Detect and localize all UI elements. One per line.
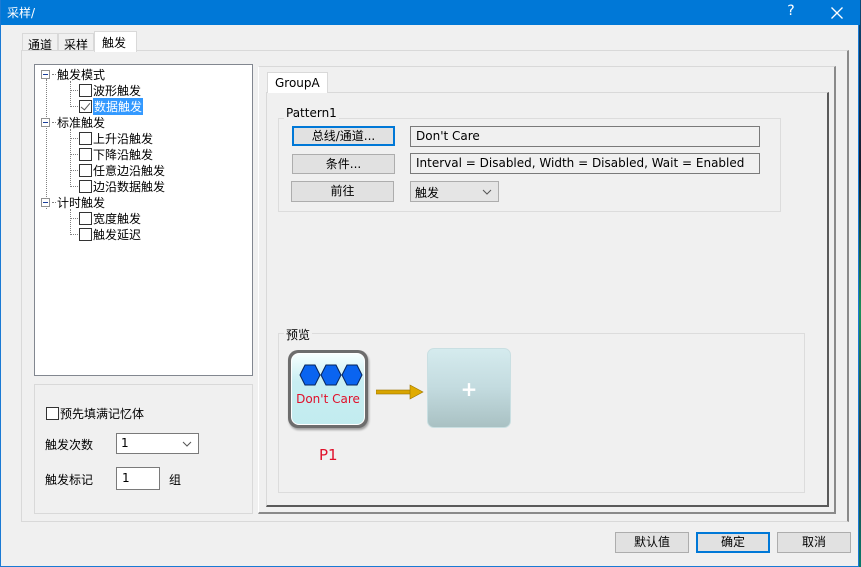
- arrow-right-icon: [376, 384, 424, 400]
- checkbox[interactable]: [79, 227, 92, 241]
- tree-group-timing-trigger[interactable]: 计时触发: [41, 194, 105, 210]
- bus-channel-button[interactable]: 总线/通道...: [292, 126, 395, 146]
- cancel-button[interactable]: 取消: [777, 532, 851, 553]
- tree-item-trigger-delay[interactable]: 触发延迟: [70, 226, 141, 242]
- tree-group-label: 标准触发: [57, 115, 106, 130]
- checkbox[interactable]: [79, 179, 92, 193]
- condition-button[interactable]: 条件...: [292, 154, 395, 174]
- trigger-count-label: 触发次数: [45, 438, 94, 452]
- tree-item-any-edge[interactable]: 任意边沿触发: [70, 162, 165, 178]
- default-values-button[interactable]: 默认值: [615, 532, 689, 553]
- tree-item-data-trigger[interactable]: 数据触发: [70, 97, 144, 115]
- checkbox[interactable]: [79, 83, 92, 97]
- trigger-mark-unit: 组: [169, 473, 182, 487]
- add-pattern-button[interactable]: +: [427, 348, 511, 428]
- title-bar: 采样/ ?: [1, 0, 860, 25]
- tree-item-waveform-trigger[interactable]: 波形触发: [70, 82, 141, 98]
- plus-icon: +: [460, 377, 478, 401]
- prefill-memory-option[interactable]: 预先填满记忆体: [46, 405, 144, 422]
- tree-item-label: 边沿数据触发: [93, 179, 166, 194]
- hexagon-pattern-icon: [299, 364, 363, 386]
- goto-button[interactable]: 前往: [291, 181, 394, 202]
- condition-value: Interval = Disabled, Width = Disabled, W…: [410, 153, 760, 174]
- tree-item-falling-edge[interactable]: 下降沿触发: [70, 146, 153, 162]
- hexagon-icon: [341, 364, 363, 386]
- pattern-card-text: Don't Care: [296, 392, 360, 406]
- collapse-icon[interactable]: [41, 69, 50, 79]
- tree-group-label: 计时触发: [57, 195, 106, 210]
- dialog-tabs: 通道 采样 触发: [22, 31, 138, 52]
- trigger-count-select[interactable]: 1: [116, 433, 199, 454]
- goto-target-value: 触发: [415, 186, 440, 200]
- collapse-icon[interactable]: [41, 117, 50, 127]
- tree-item-label: 上升沿触发: [93, 131, 154, 146]
- close-button[interactable]: [817, 0, 857, 25]
- tree-item-width-trigger[interactable]: 宽度触发: [70, 210, 141, 226]
- sampling-dialog: 采样/ ? 通道 采样 触发 触发模式 波形触发 数据触发 标准触发 上升沿触发…: [0, 0, 860, 567]
- close-icon: [831, 6, 843, 19]
- checkbox[interactable]: [79, 211, 92, 225]
- prefill-memory-label: 预先填满记忆体: [60, 407, 145, 421]
- chevron-down-icon: [482, 189, 492, 195]
- pattern1-legend: Pattern1: [284, 106, 339, 120]
- tree-item-label: 波形触发: [93, 83, 142, 98]
- trigger-count-value: 1: [121, 436, 129, 450]
- prefill-memory-checkbox[interactable]: [46, 407, 59, 420]
- tree-item-label: 任意边沿触发: [93, 163, 166, 178]
- tab-group-a[interactable]: GroupA: [267, 72, 328, 93]
- window-title: 采样/: [7, 6, 36, 20]
- ok-button[interactable]: 确定: [696, 532, 770, 553]
- tree-group-label: 触发模式: [57, 67, 106, 82]
- tree-group-trigger-mode[interactable]: 触发模式: [41, 66, 105, 82]
- bus-channel-value: Don't Care: [410, 126, 760, 147]
- tree-item-label: 下降沿触发: [93, 147, 154, 162]
- pattern-p1-card[interactable]: Don't Care: [288, 350, 368, 428]
- checkbox[interactable]: [79, 131, 92, 145]
- tree-item-rising-edge[interactable]: 上升沿触发: [70, 130, 153, 146]
- tree-item-label: 数据触发: [93, 97, 144, 115]
- tree-group-standard-trigger[interactable]: 标准触发: [41, 114, 105, 130]
- tree-item-edge-data[interactable]: 边沿数据触发: [70, 178, 165, 194]
- help-button[interactable]: ?: [777, 3, 805, 23]
- tree-item-label: 宽度触发: [93, 211, 142, 226]
- hexagon-icon: [320, 364, 342, 386]
- checkbox[interactable]: [79, 147, 92, 161]
- trigger-mark-label: 触发标记: [45, 473, 94, 487]
- hexagon-icon: [299, 364, 321, 386]
- pattern-p1-label: P1: [319, 446, 338, 464]
- tree-item-label: 触发延迟: [93, 227, 142, 242]
- trigger-type-tree[interactable]: 触发模式 波形触发 数据触发 标准触发 上升沿触发 下降沿触发 任意边沿触发 边…: [34, 64, 253, 376]
- tab-trigger[interactable]: 触发: [94, 31, 138, 52]
- collapse-icon[interactable]: [41, 197, 50, 207]
- checkbox[interactable]: [79, 163, 92, 177]
- trigger-mark-input[interactable]: 1: [116, 467, 160, 490]
- tree-line: [46, 79, 47, 209]
- checkbox-checked[interactable]: [79, 99, 92, 113]
- goto-target-select[interactable]: 触发: [410, 181, 499, 202]
- chevron-down-icon: [182, 441, 192, 447]
- preview-legend: 预览: [284, 326, 313, 343]
